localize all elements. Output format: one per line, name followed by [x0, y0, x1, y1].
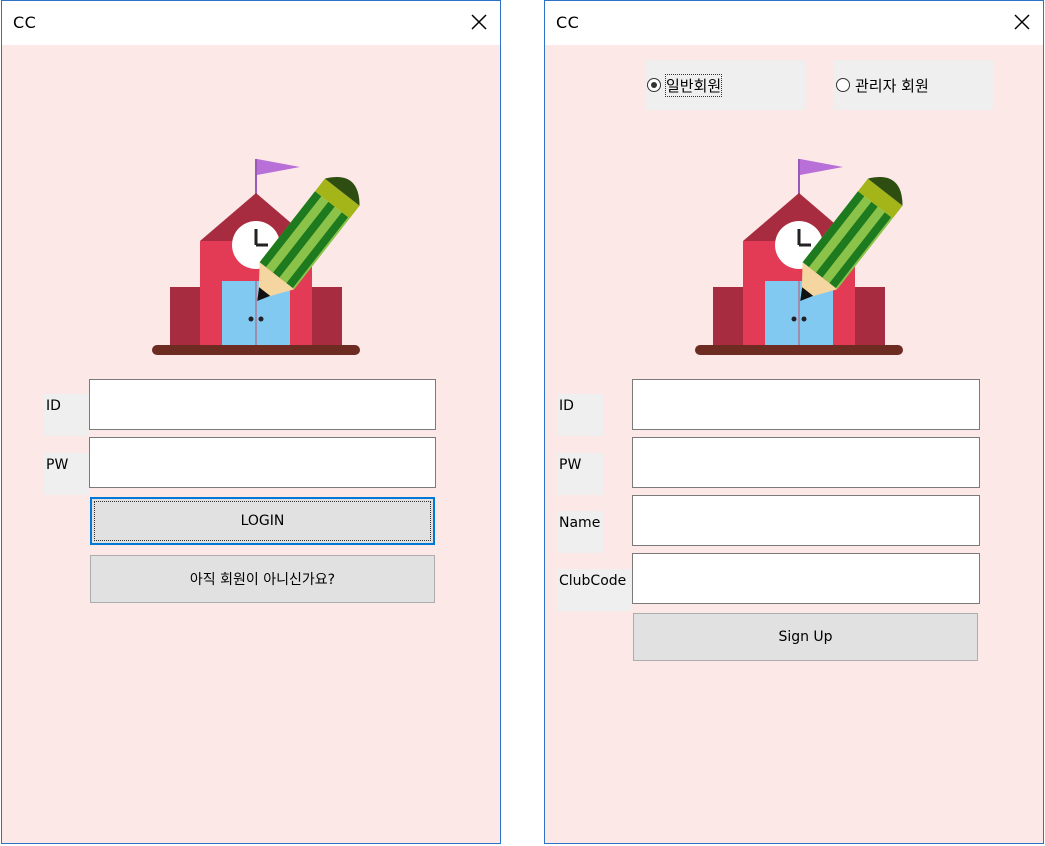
- close-icon[interactable]: [468, 11, 490, 33]
- id-input[interactable]: [89, 379, 436, 430]
- pw-input[interactable]: [632, 437, 980, 488]
- school-pencil-logo: [152, 159, 360, 355]
- login-button[interactable]: LOGIN: [90, 497, 435, 545]
- clubcode-label: ClubCode: [557, 569, 631, 611]
- window-title: CC: [556, 13, 580, 32]
- close-icon[interactable]: [1011, 11, 1033, 33]
- login-window: CC ID PW LOGIN 아직 회원이 아니신가요?: [1, 0, 501, 844]
- clubcode-input[interactable]: [632, 553, 980, 604]
- radio-regular-member-label: 일반회원: [664, 74, 723, 97]
- id-input[interactable]: [632, 379, 980, 430]
- id-label: ID: [557, 394, 603, 436]
- signup-button[interactable]: Sign Up: [633, 613, 978, 661]
- pw-label: PW: [557, 453, 603, 495]
- window-title: CC: [13, 13, 37, 32]
- id-label: ID: [44, 394, 90, 436]
- pw-label: PW: [44, 453, 90, 495]
- radio-unchecked-icon[interactable]: [836, 78, 850, 92]
- title-bar: CC: [545, 1, 1043, 45]
- name-label: Name: [557, 511, 603, 553]
- signup-window: CC 일반회원 관리자 회원 ID PW Name ClubCode Sign …: [544, 0, 1044, 844]
- school-pencil-logo: [695, 159, 903, 355]
- pw-input[interactable]: [89, 437, 436, 488]
- signup-link-button[interactable]: 아직 회원이 아니신가요?: [90, 555, 435, 603]
- title-bar: CC: [2, 1, 500, 45]
- name-input[interactable]: [632, 495, 980, 546]
- radio-regular-member[interactable]: 일반회원: [645, 60, 805, 110]
- radio-admin-member-label: 관리자 회원: [855, 77, 929, 95]
- radio-admin-member[interactable]: 관리자 회원: [834, 60, 994, 110]
- radio-checked-icon[interactable]: [647, 78, 661, 92]
